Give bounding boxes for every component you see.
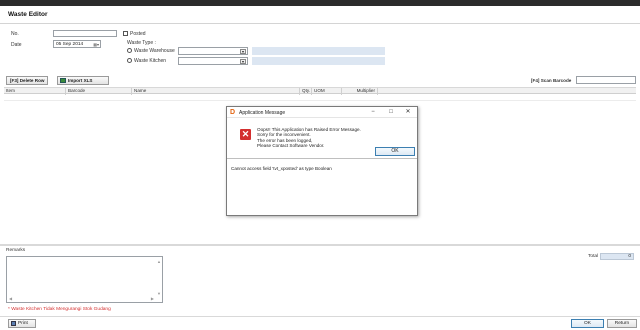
no-label: No. xyxy=(11,31,19,37)
waste-warehouse-label: Waste Warehouse xyxy=(134,48,175,54)
lookup-icon[interactable]: ▾ xyxy=(240,49,246,54)
toolbar: [F3] Delete Row Import XLS [F4] Scan Bar… xyxy=(4,76,636,86)
import-xls-label: Import XLS xyxy=(68,78,93,83)
waste-kitchen-description xyxy=(252,57,385,65)
scroll-up-icon[interactable]: ▲ xyxy=(157,259,161,264)
window-title: Waste Editor xyxy=(8,11,48,18)
posted-label: Posted xyxy=(130,31,146,37)
printer-icon xyxy=(11,321,16,326)
remarks-textarea[interactable]: ▲ ▼ ◀ ▶ xyxy=(6,256,163,303)
grid-header: Item Barcode Name Qty. UOM Multiplier xyxy=(4,87,636,95)
column-multiplier[interactable]: Multiplier xyxy=(342,88,378,95)
total-value: 0 xyxy=(600,253,634,260)
column-barcode[interactable]: Barcode xyxy=(66,88,132,95)
waste-kitchen-select[interactable]: ▾ xyxy=(178,57,248,65)
waste-type-label: Waste Type : xyxy=(127,40,156,46)
waste-warehouse-description xyxy=(252,47,385,55)
column-item[interactable]: Item xyxy=(4,88,66,95)
minimize-icon[interactable]: − xyxy=(367,108,379,117)
lookup-icon[interactable]: ▾ xyxy=(240,59,246,64)
delete-row-button[interactable]: [F3] Delete Row xyxy=(6,76,49,85)
no-field[interactable] xyxy=(53,30,117,37)
waste-warehouse-radio[interactable] xyxy=(127,48,132,53)
window-titlebar: Waste Editor xyxy=(0,6,640,24)
dialog-separator xyxy=(227,158,417,159)
error-icon: ✕ xyxy=(240,129,251,140)
app-logo-icon: D xyxy=(230,109,236,116)
column-name[interactable]: Name xyxy=(132,88,300,95)
calendar-dropdown-icon[interactable]: ▦▾ xyxy=(93,42,99,47)
close-icon[interactable]: ✕ xyxy=(402,108,414,117)
footer-divider xyxy=(0,316,640,317)
scan-barcode-label: [F4] Scan Barcode xyxy=(531,78,572,83)
scroll-right-icon[interactable]: ▶ xyxy=(151,296,154,301)
excel-icon xyxy=(60,78,66,83)
date-field[interactable]: 05 Sep 2014 ▦▾ xyxy=(53,40,101,48)
dialog-titlebar: D Application Message − □ ✕ xyxy=(227,107,417,118)
print-label: Print xyxy=(18,321,28,326)
ok-button[interactable]: OK xyxy=(571,319,604,328)
maximize-icon[interactable]: □ xyxy=(385,108,397,117)
column-qty[interactable]: Qty. xyxy=(300,88,312,95)
table-row[interactable] xyxy=(4,95,636,101)
date-label: Date xyxy=(11,42,22,48)
scroll-left-icon[interactable]: ◀ xyxy=(9,296,12,301)
import-xls-button[interactable]: Import XLS xyxy=(57,76,109,85)
application-message-dialog: D Application Message − □ ✕ ✕ Oops!! Thi… xyxy=(226,106,418,216)
remarks-label: Remarks xyxy=(6,248,26,253)
column-uom[interactable]: UOM xyxy=(312,88,342,95)
scroll-down-icon[interactable]: ▼ xyxy=(157,291,161,296)
date-value: 05 Sep 2014 xyxy=(56,42,84,47)
dialog-ok-button[interactable]: OK xyxy=(375,147,415,156)
error-detail: Cannot access field 'tvt_xposted' as typ… xyxy=(231,166,332,171)
section-divider xyxy=(0,244,640,246)
waste-kitchen-label: Waste Kitchen xyxy=(134,58,167,64)
posted-checkbox[interactable] xyxy=(123,31,128,36)
dialog-title: Application Message xyxy=(239,110,286,116)
scan-barcode-input[interactable] xyxy=(576,76,636,84)
waste-kitchen-radio[interactable] xyxy=(127,58,132,63)
waste-warehouse-select[interactable]: ▾ xyxy=(178,47,248,55)
total-label: Total xyxy=(588,254,599,259)
warning-text: * Waste Kitchen Tidak Mengurangi Stok Gu… xyxy=(8,307,111,312)
error-message: Oops!! This Application has Raised Error… xyxy=(257,127,361,148)
print-button[interactable]: Print xyxy=(8,319,36,328)
return-button[interactable]: Return xyxy=(607,319,637,328)
